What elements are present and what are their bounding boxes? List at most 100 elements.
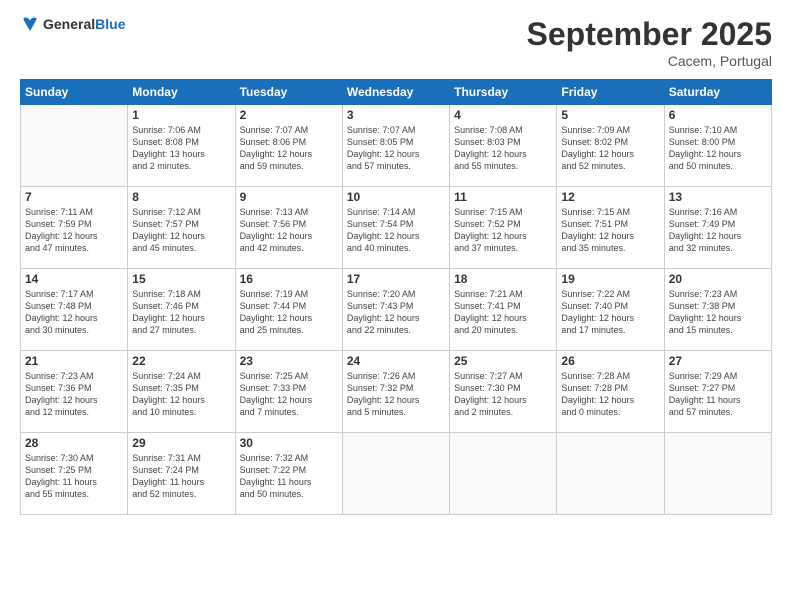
- day-cell: 6 Sunrise: 7:10 AM Sunset: 8:00 PM Daylig…: [664, 105, 771, 187]
- day-number: 25: [454, 354, 552, 368]
- day-cell: 13 Sunrise: 7:16 AM Sunset: 7:49 PM Dayli…: [664, 187, 771, 269]
- calendar-page: GeneralBlue September 2025 Cacem, Portug…: [0, 0, 792, 612]
- logo: GeneralBlue: [20, 16, 125, 34]
- header-row: Sunday Monday Tuesday Wednesday Thursday…: [21, 80, 772, 105]
- day-info: Sunrise: 7:20 AM Sunset: 7:43 PM Dayligh…: [347, 288, 445, 337]
- day-number: 9: [240, 190, 338, 204]
- day-number: 17: [347, 272, 445, 286]
- day-number: 2: [240, 108, 338, 122]
- day-cell: 30Sunrise: 7:32 AM Sunset: 7:22 PM Dayli…: [235, 433, 342, 515]
- day-info: Sunrise: 7:15 AM Sunset: 7:52 PM Dayligh…: [454, 206, 552, 255]
- day-cell: 17 Sunrise: 7:20 AM Sunset: 7:43 PM Dayli…: [342, 269, 449, 351]
- day-info: Sunrise: 7:13 AM Sunset: 7:56 PM Dayligh…: [240, 206, 338, 255]
- day-number: 13: [669, 190, 767, 204]
- day-info: Sunrise: 7:21 AM Sunset: 7:41 PM Dayligh…: [454, 288, 552, 337]
- day-cell: 24 Sunrise: 7:26 AM Sunset: 7:32 PM Dayli…: [342, 351, 449, 433]
- header-wednesday: Wednesday: [342, 80, 449, 105]
- day-number: 18: [454, 272, 552, 286]
- day-cell: 8 Sunrise: 7:12 AM Sunset: 7:57 PM Daylig…: [128, 187, 235, 269]
- day-number: 23: [240, 354, 338, 368]
- day-cell: 21 Sunrise: 7:23 AM Sunset: 7:36 PM Dayli…: [21, 351, 128, 433]
- day-info: Sunrise: 7:17 AM Sunset: 7:48 PM Dayligh…: [25, 288, 123, 337]
- calendar-body: 1 Sunrise: 7:06 AM Sunset: 8:08 PM Daylig…: [21, 105, 772, 515]
- month-title: September 2025: [527, 16, 772, 53]
- day-number: 16: [240, 272, 338, 286]
- day-number: 5: [561, 108, 659, 122]
- day-cell: 18 Sunrise: 7:21 AM Sunset: 7:41 PM Dayli…: [450, 269, 557, 351]
- day-cell: [21, 105, 128, 187]
- day-number: 26: [561, 354, 659, 368]
- day-number: 10: [347, 190, 445, 204]
- day-info: Sunrise: 7:28 AM Sunset: 7:28 PM Dayligh…: [561, 370, 659, 419]
- header-friday: Friday: [557, 80, 664, 105]
- week-row-3: 21 Sunrise: 7:23 AM Sunset: 7:36 PM Dayli…: [21, 351, 772, 433]
- day-info: Sunrise: 7:16 AM Sunset: 7:49 PM Dayligh…: [669, 206, 767, 255]
- day-info: Sunrise: 7:22 AM Sunset: 7:40 PM Dayligh…: [561, 288, 659, 337]
- day-cell: 20Sunrise: 7:23 AM Sunset: 7:38 PM Dayli…: [664, 269, 771, 351]
- header-tuesday: Tuesday: [235, 80, 342, 105]
- day-info: Sunrise: 7:15 AM Sunset: 7:51 PM Dayligh…: [561, 206, 659, 255]
- day-number: 6: [669, 108, 767, 122]
- header: GeneralBlue September 2025 Cacem, Portug…: [20, 16, 772, 69]
- logo-general: General: [43, 16, 95, 32]
- day-number: 29: [132, 436, 230, 450]
- header-thursday: Thursday: [450, 80, 557, 105]
- day-number: 30: [240, 436, 338, 450]
- day-cell: 16 Sunrise: 7:19 AM Sunset: 7:44 PM Dayli…: [235, 269, 342, 351]
- day-cell: [664, 433, 771, 515]
- day-info: Sunrise: 7:10 AM Sunset: 8:00 PM Dayligh…: [669, 124, 767, 173]
- day-info: Sunrise: 7:06 AM Sunset: 8:08 PM Dayligh…: [132, 124, 230, 173]
- week-row-0: 1 Sunrise: 7:06 AM Sunset: 8:08 PM Daylig…: [21, 105, 772, 187]
- day-cell: 23 Sunrise: 7:25 AM Sunset: 7:33 PM Dayli…: [235, 351, 342, 433]
- day-info: Sunrise: 7:29 AM Sunset: 7:27 PM Dayligh…: [669, 370, 767, 419]
- day-number: 19: [561, 272, 659, 286]
- day-cell: 15Sunrise: 7:18 AM Sunset: 7:46 PM Dayli…: [128, 269, 235, 351]
- day-number: 4: [454, 108, 552, 122]
- day-info: Sunrise: 7:26 AM Sunset: 7:32 PM Dayligh…: [347, 370, 445, 419]
- day-number: 7: [25, 190, 123, 204]
- day-number: 11: [454, 190, 552, 204]
- calendar-table: Sunday Monday Tuesday Wednesday Thursday…: [20, 79, 772, 515]
- day-number: 12: [561, 190, 659, 204]
- day-info: Sunrise: 7:12 AM Sunset: 7:57 PM Dayligh…: [132, 206, 230, 255]
- day-info: Sunrise: 7:25 AM Sunset: 7:33 PM Dayligh…: [240, 370, 338, 419]
- day-cell: 25 Sunrise: 7:27 AM Sunset: 7:30 PM Dayli…: [450, 351, 557, 433]
- day-number: 15: [132, 272, 230, 286]
- day-number: 1: [132, 108, 230, 122]
- day-number: 20: [669, 272, 767, 286]
- day-info: Sunrise: 7:24 AM Sunset: 7:35 PM Dayligh…: [132, 370, 230, 419]
- week-row-4: 28Sunrise: 7:30 AM Sunset: 7:25 PM Dayli…: [21, 433, 772, 515]
- day-cell: 14 Sunrise: 7:17 AM Sunset: 7:48 PM Dayli…: [21, 269, 128, 351]
- day-cell: 28Sunrise: 7:30 AM Sunset: 7:25 PM Dayli…: [21, 433, 128, 515]
- day-cell: [450, 433, 557, 515]
- day-number: 24: [347, 354, 445, 368]
- week-row-2: 14 Sunrise: 7:17 AM Sunset: 7:48 PM Dayli…: [21, 269, 772, 351]
- day-number: 21: [25, 354, 123, 368]
- day-info: Sunrise: 7:07 AM Sunset: 8:06 PM Dayligh…: [240, 124, 338, 173]
- day-cell: 3Sunrise: 7:07 AM Sunset: 8:05 PM Daylig…: [342, 105, 449, 187]
- header-monday: Monday: [128, 80, 235, 105]
- day-info: Sunrise: 7:23 AM Sunset: 7:36 PM Dayligh…: [25, 370, 123, 419]
- day-info: Sunrise: 7:27 AM Sunset: 7:30 PM Dayligh…: [454, 370, 552, 419]
- header-saturday: Saturday: [664, 80, 771, 105]
- day-info: Sunrise: 7:19 AM Sunset: 7:44 PM Dayligh…: [240, 288, 338, 337]
- day-info: Sunrise: 7:11 AM Sunset: 7:59 PM Dayligh…: [25, 206, 123, 255]
- header-sunday: Sunday: [21, 80, 128, 105]
- day-cell: 9 Sunrise: 7:13 AM Sunset: 7:56 PM Daylig…: [235, 187, 342, 269]
- day-info: Sunrise: 7:09 AM Sunset: 8:02 PM Dayligh…: [561, 124, 659, 173]
- day-number: 27: [669, 354, 767, 368]
- day-cell: 1 Sunrise: 7:06 AM Sunset: 8:08 PM Daylig…: [128, 105, 235, 187]
- day-cell: [557, 433, 664, 515]
- day-info: Sunrise: 7:07 AM Sunset: 8:05 PM Dayligh…: [347, 124, 445, 173]
- day-cell: 26 Sunrise: 7:28 AM Sunset: 7:28 PM Dayli…: [557, 351, 664, 433]
- day-cell: 2 Sunrise: 7:07 AM Sunset: 8:06 PM Daylig…: [235, 105, 342, 187]
- day-cell: 19 Sunrise: 7:22 AM Sunset: 7:40 PM Dayli…: [557, 269, 664, 351]
- week-row-1: 7 Sunrise: 7:11 AM Sunset: 7:59 PM Daylig…: [21, 187, 772, 269]
- day-number: 14: [25, 272, 123, 286]
- day-info: Sunrise: 7:08 AM Sunset: 8:03 PM Dayligh…: [454, 124, 552, 173]
- day-cell: 5 Sunrise: 7:09 AM Sunset: 8:02 PM Daylig…: [557, 105, 664, 187]
- day-number: 8: [132, 190, 230, 204]
- calendar-header: Sunday Monday Tuesday Wednesday Thursday…: [21, 80, 772, 105]
- day-number: 22: [132, 354, 230, 368]
- day-cell: 7 Sunrise: 7:11 AM Sunset: 7:59 PM Daylig…: [21, 187, 128, 269]
